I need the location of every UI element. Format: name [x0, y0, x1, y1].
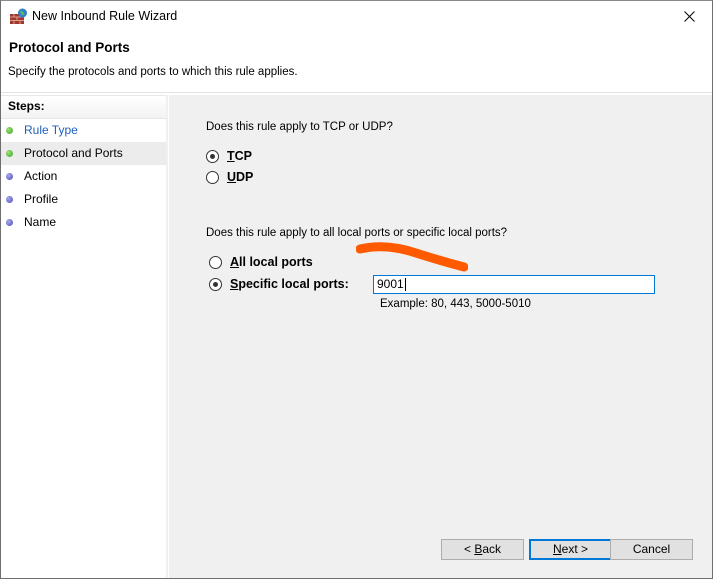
- udp-radio[interactable]: UDP: [206, 170, 253, 184]
- content-panel: Does this rule apply to TCP or UDP? TCP …: [169, 95, 712, 578]
- next-button[interactable]: Next >: [529, 539, 612, 560]
- step-complete-icon: [6, 150, 13, 157]
- step-pending-icon: [6, 219, 13, 226]
- step-label: Protocol and Ports: [24, 146, 123, 160]
- step-pending-icon: [6, 196, 13, 203]
- step-label: Name: [24, 215, 57, 229]
- text-caret: [404, 278, 406, 292]
- step-protocol-and-ports: Protocol and Ports: [1, 142, 166, 165]
- step-action: Action: [1, 165, 166, 188]
- step-complete-icon: [6, 127, 13, 134]
- button-prefix: <: [463, 542, 475, 556]
- radio-checked-icon: [209, 277, 222, 291]
- window-title: New Inbound Rule Wizard: [32, 9, 178, 23]
- specific-local-ports-radio[interactable]: Specific local ports:: [209, 277, 349, 291]
- protocol-question: Does this rule apply to TCP or UDP?: [206, 121, 393, 133]
- wizard-window: New Inbound Rule Wizard Protocol and Por…: [0, 0, 713, 579]
- radio-label: pecific local ports:: [238, 277, 349, 291]
- mnemonic: N: [552, 542, 562, 556]
- all-local-ports-radio[interactable]: All local ports: [209, 255, 313, 269]
- mnemonic: A: [230, 255, 240, 269]
- radio-unchecked-icon: [206, 170, 219, 184]
- mnemonic: U: [227, 170, 237, 184]
- firewall-icon: [10, 8, 27, 24]
- radio-label: DP: [236, 170, 254, 184]
- close-button[interactable]: [666, 1, 712, 32]
- wizard-header: Protocol and Ports Specify the protocols…: [1, 32, 712, 92]
- cancel-button[interactable]: Cancel: [610, 539, 693, 560]
- radio-label: CP: [234, 149, 253, 163]
- port-input-value: 9001: [377, 277, 404, 291]
- steps-sidebar: Steps: Rule Type Protocol and Ports Acti…: [1, 95, 168, 578]
- step-rule-type[interactable]: Rule Type: [1, 119, 166, 142]
- radio-unchecked-icon: [209, 255, 222, 269]
- back-button[interactable]: < Back: [441, 539, 524, 560]
- button-label: ack: [482, 542, 502, 556]
- step-profile: Profile: [1, 188, 166, 211]
- button-label: ext >: [561, 542, 589, 556]
- step-label: Rule Type: [24, 123, 78, 137]
- close-icon: [683, 11, 695, 22]
- step-label: Action: [24, 169, 58, 183]
- tcp-radio[interactable]: TCP: [206, 149, 252, 163]
- radio-checked-icon: [206, 149, 219, 163]
- step-pending-icon: [6, 173, 13, 180]
- steps-heading: Steps:: [1, 95, 166, 119]
- specific-ports-input[interactable]: 9001: [373, 275, 655, 294]
- step-label: Profile: [24, 192, 59, 206]
- page-description: Specify the protocols and ports to which…: [8, 66, 298, 78]
- radio-label: ll local ports: [239, 255, 313, 269]
- step-name: Name: [1, 211, 166, 234]
- ports-question: Does this rule apply to all local ports …: [206, 227, 508, 239]
- page-title: Protocol and Ports: [9, 40, 130, 55]
- title-bar: New Inbound Rule Wizard: [1, 1, 712, 32]
- mnemonic: T: [227, 149, 235, 163]
- header-divider: [1, 92, 712, 93]
- ports-example-hint: Example: 80, 443, 5000-5010: [380, 298, 531, 310]
